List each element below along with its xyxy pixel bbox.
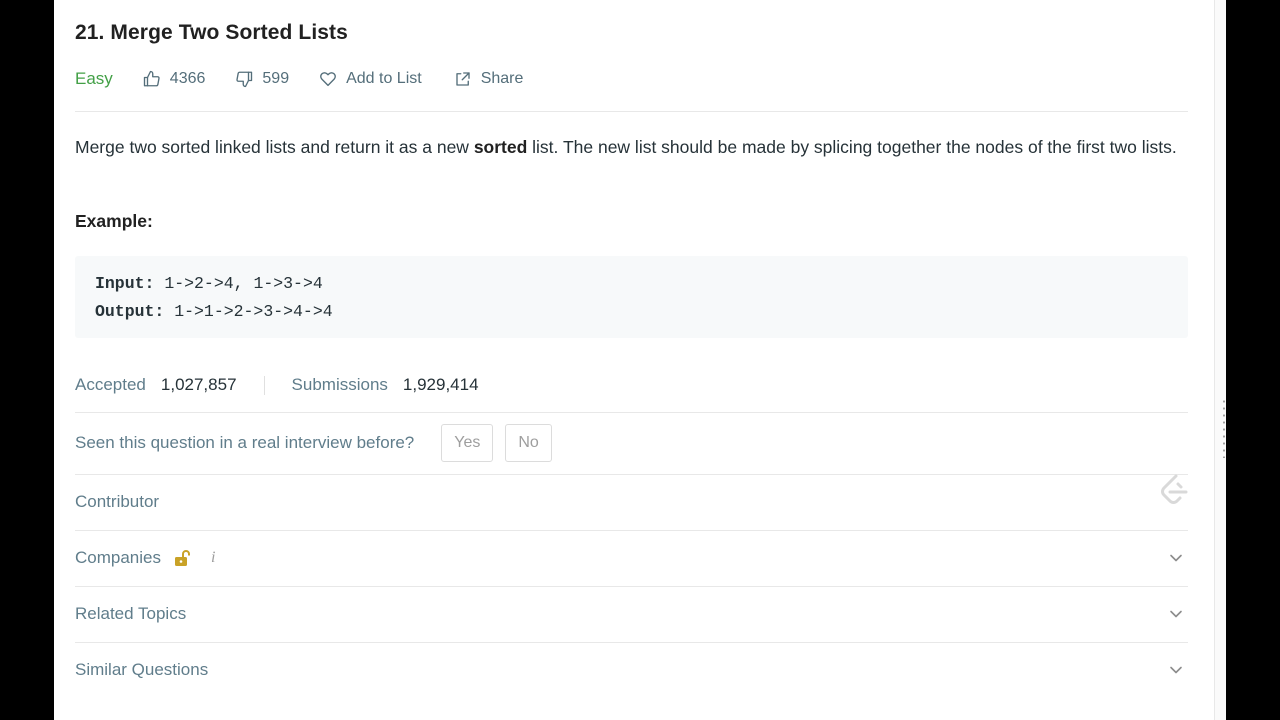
problem-title: 21. Merge Two Sorted Lists	[75, 21, 348, 44]
add-to-list-button[interactable]: Add to List	[319, 70, 422, 88]
related-topics-divider	[75, 642, 1188, 643]
like-count: 4366	[169, 70, 206, 87]
accepted-value: 1,027,857	[160, 375, 237, 394]
stats-divider	[75, 412, 1188, 413]
similar-questions-row[interactable]: Similar Questions	[75, 658, 1188, 682]
contributor-row[interactable]: Contributor	[75, 474, 1188, 514]
example-input-label: Input:	[95, 274, 155, 293]
chevron-down-icon[interactable]	[1169, 551, 1183, 565]
dislike-count: 599	[262, 70, 290, 87]
chevron-down-icon[interactable]	[1169, 607, 1183, 621]
header-divider	[75, 111, 1188, 112]
related-topics-label: Related Topics	[75, 604, 187, 623]
add-to-list-label: Add to List	[346, 70, 422, 87]
companies-label: Companies	[75, 548, 161, 567]
share-label: Share	[480, 70, 524, 87]
interview-question-text: Seen this question in a real interview b…	[75, 433, 415, 452]
submissions-value: 1,929,414	[402, 375, 479, 394]
example-output-label: Output:	[95, 301, 165, 321]
chevron-down-icon[interactable]	[1169, 663, 1183, 677]
interview-yes-button[interactable]: Yes	[441, 424, 494, 462]
info-icon[interactable]: i	[211, 549, 215, 567]
interview-divider	[75, 474, 1188, 475]
example-input-line: Input: 1->2->4, 1->3->4	[95, 270, 1168, 298]
stats-separator	[263, 375, 265, 395]
like-button[interactable]: 4366	[143, 70, 206, 88]
heart-icon	[320, 72, 336, 87]
problem-panel: 21. Merge Two Sorted Lists Easy 4366 599	[54, 0, 1214, 720]
thumbs-up-icon	[143, 70, 160, 87]
share-icon	[456, 72, 470, 86]
submissions-label: Submissions	[291, 375, 388, 394]
problem-meta-bar: Easy 4366 599 Add to List Share	[75, 67, 555, 91]
leetcode-logo[interactable]	[1156, 472, 1190, 508]
example-code-block: Input: 1->2->4, 1->3->4 Output: 1->1->2-…	[75, 256, 1188, 338]
contributor-divider	[75, 530, 1188, 531]
accepted-label: Accepted	[75, 375, 146, 394]
dislike-button[interactable]: 599	[235, 70, 289, 88]
example-heading: Example:	[75, 211, 153, 231]
submission-stats: Accepted 1,027,857 Submissions 1,929,414	[75, 373, 479, 397]
description-bold-text: sorted	[473, 137, 528, 157]
problem-description: Merge two sorted linked lists and return…	[75, 133, 1188, 162]
description-text-2: list. The new list should be made by spl…	[527, 137, 1177, 157]
drag-handle-icon[interactable]	[1223, 398, 1225, 458]
interview-question-row: Seen this question in a real interview b…	[75, 424, 1188, 462]
related-topics-row[interactable]: Related Topics	[75, 602, 1188, 626]
example-input-value: 1->2->4, 1->3->4	[154, 274, 323, 293]
example-output-value: 1->1->2->3->4->4	[164, 301, 333, 321]
similar-questions-label: Similar Questions	[75, 660, 209, 679]
share-button[interactable]: Share	[454, 70, 524, 88]
thumbs-down-icon	[236, 71, 253, 88]
description-text-1: Merge two sorted linked lists and return…	[75, 137, 474, 157]
difficulty-label: Easy	[75, 69, 113, 88]
companies-divider	[75, 586, 1188, 587]
interview-no-button[interactable]: No	[505, 424, 552, 462]
companies-row[interactable]: Companies i	[75, 546, 1188, 570]
panel-resize-gutter[interactable]	[1214, 0, 1226, 720]
example-output-line: Output: 1->1->2->3->4->4	[95, 298, 1168, 326]
contributor-label: Contributor	[75, 492, 160, 511]
unlock-icon	[175, 550, 190, 566]
